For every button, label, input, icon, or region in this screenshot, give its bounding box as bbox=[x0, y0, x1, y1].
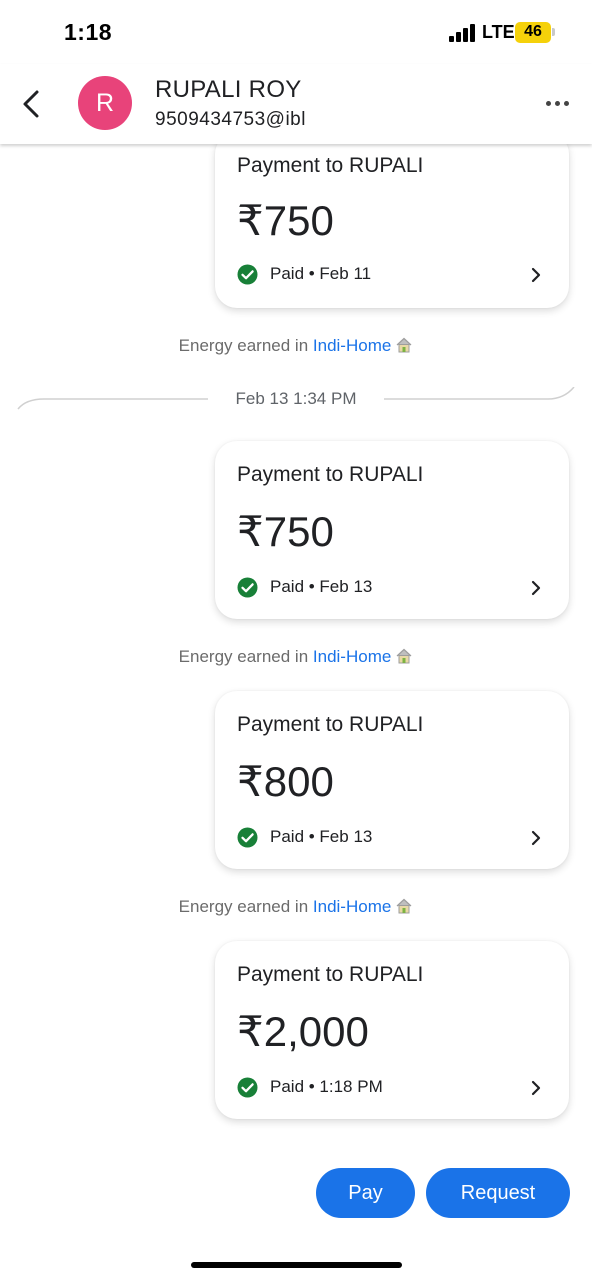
status-time: 1:18 bbox=[64, 19, 113, 45]
energy-prefix: Energy earned in bbox=[178, 897, 309, 916]
signal-icon bbox=[449, 24, 477, 42]
request-button[interactable]: Request bbox=[426, 1168, 570, 1218]
payment-status-text: Paid • Feb 13 bbox=[270, 577, 373, 596]
contact-name[interactable]: RUPALI ROY bbox=[155, 76, 302, 104]
battery-nub bbox=[552, 28, 555, 36]
payment-card[interactable]: Payment to RUPALI ₹2,000 Paid • 1:18 PM bbox=[215, 941, 569, 1119]
payment-card[interactable]: Payment to RUPALI ₹750 Paid • Feb 11 bbox=[215, 132, 569, 308]
pay-button[interactable]: Pay bbox=[316, 1168, 415, 1218]
more-options-button[interactable] bbox=[540, 92, 576, 116]
payment-title: Payment to RUPALI bbox=[237, 963, 424, 986]
energy-link[interactable]: Indi-Home bbox=[313, 897, 391, 916]
battery-level: 46 bbox=[524, 23, 542, 40]
back-button[interactable] bbox=[14, 84, 50, 124]
energy-prefix: Energy earned in bbox=[178, 336, 309, 355]
payment-title: Payment to RUPALI bbox=[237, 713, 424, 736]
check-circle-icon bbox=[237, 264, 258, 285]
contact-upi-id: 9509434753@ibl bbox=[155, 109, 306, 130]
energy-link[interactable]: Indi-Home bbox=[313, 647, 391, 666]
check-circle-icon bbox=[237, 1077, 258, 1098]
chat-header: R RUPALI ROY 9509434753@ibl bbox=[0, 64, 592, 144]
payment-amount: ₹2,000 bbox=[237, 1008, 369, 1055]
payment-title: Payment to RUPALI bbox=[237, 154, 424, 177]
chevron-right-icon bbox=[531, 830, 541, 846]
check-circle-icon bbox=[237, 577, 258, 598]
house-icon bbox=[395, 647, 413, 670]
date-separator-label: Feb 13 1:34 PM bbox=[235, 389, 357, 408]
status-bar: 1:18 LTE 46 bbox=[0, 0, 592, 64]
energy-link[interactable]: Indi-Home bbox=[313, 336, 391, 355]
house-icon bbox=[395, 336, 413, 359]
chevron-right-icon bbox=[531, 267, 541, 283]
energy-prefix: Energy earned in bbox=[178, 647, 309, 666]
chevron-right-icon bbox=[531, 1080, 541, 1096]
payment-card[interactable]: Payment to RUPALI ₹750 Paid • Feb 13 bbox=[215, 441, 569, 619]
avatar[interactable]: R bbox=[78, 76, 132, 130]
home-indicator[interactable] bbox=[191, 1262, 402, 1268]
payment-amount: ₹800 bbox=[237, 758, 334, 805]
date-separator: Feb 13 1:34 PM bbox=[0, 387, 592, 413]
payment-amount: ₹750 bbox=[237, 197, 334, 244]
payment-status-text: Paid • Feb 13 bbox=[270, 827, 373, 846]
energy-earned-note: Energy earned in Indi-Home bbox=[0, 647, 592, 670]
energy-earned-note: Energy earned in Indi-Home bbox=[0, 897, 592, 920]
back-arrow-icon bbox=[23, 90, 39, 118]
battery-icon: 46 bbox=[515, 22, 551, 43]
check-circle-icon bbox=[237, 827, 258, 848]
payment-amount: ₹750 bbox=[237, 508, 334, 555]
energy-earned-note: Energy earned in Indi-Home bbox=[0, 336, 592, 359]
network-label: LTE bbox=[482, 22, 515, 42]
payment-status-text: Paid • Feb 11 bbox=[270, 264, 372, 283]
chevron-right-icon bbox=[531, 580, 541, 596]
payment-title: Payment to RUPALI bbox=[237, 463, 424, 486]
payment-card[interactable]: Payment to RUPALI ₹800 Paid • Feb 13 bbox=[215, 691, 569, 869]
payment-status-text: Paid • 1:18 PM bbox=[270, 1077, 383, 1096]
house-icon bbox=[395, 897, 413, 920]
